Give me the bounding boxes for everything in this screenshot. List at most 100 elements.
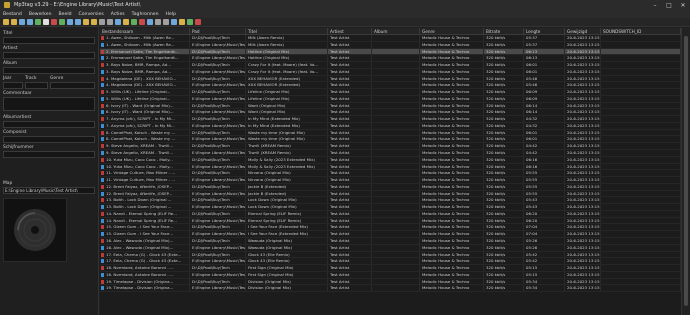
- table-row[interactable]: 8. CamelPhat, Kolsch - Waste my ... E:\En…: [100, 136, 681, 144]
- toolbar-button-icon[interactable]: [147, 19, 153, 25]
- column-header[interactable]: Genre: [420, 28, 484, 34]
- albumartist-field[interactable]: [3, 121, 95, 128]
- table-row[interactable]: 18. Normland, Antoine Boronni - ... D:\DJ…: [100, 265, 681, 272]
- track-field[interactable]: [25, 82, 48, 89]
- table-cell: Test Artist: [328, 136, 372, 143]
- table-row[interactable]: 14. Nandi - Eternal Spring (ELIF Re... D:…: [100, 210, 681, 218]
- table-row[interactable]: 12. Brent Falyaz, Afterlife, JOSEP... E:\…: [100, 190, 681, 198]
- directory-field[interactable]: E:\Engine Library\Music\Test Artist\: [3, 187, 95, 194]
- table-row[interactable]: 7. Anyma (ofc), SCRIPT - In My Mi... E:\E…: [100, 122, 681, 130]
- table-row[interactable]: 6. Ivory (IT) - Want (Original Mix)... E:…: [100, 109, 681, 117]
- table-row[interactable]: 10. Yuka Mizu, Coco Coco - Molly... E:\En…: [100, 163, 681, 171]
- toolbar-button-icon[interactable]: [179, 19, 185, 25]
- table-row[interactable]: 6. Ivory (IT) - Want (Original Mix)... D:…: [100, 102, 681, 110]
- table-row[interactable]: 19. Timelapse - Division (Origina... E:\E…: [100, 285, 681, 293]
- toolbar-button-icon[interactable]: [115, 19, 121, 25]
- table-row[interactable]: 15. Gizem Gum - I See Your Face... D:\DJ\…: [100, 224, 681, 232]
- table-row[interactable]: 11. Vintage Culture, Max Milner - ... E:\…: [100, 177, 681, 184]
- toolbar-button-icon[interactable]: [3, 19, 9, 25]
- table-row[interactable]: 17. Eela, Chemo (G) - Glock 43 (Exte... D…: [100, 251, 681, 259]
- toolbar-button-icon[interactable]: [27, 19, 33, 25]
- menu-item[interactable]: Conversies: [79, 12, 104, 17]
- toolbar-button-icon[interactable]: [19, 19, 25, 25]
- table-row[interactable]: 2. Emmanuel Satie, Tim Engelhardt... D:\D…: [100, 48, 681, 56]
- toolbar-button-icon[interactable]: [131, 19, 137, 25]
- toolbar-button-icon[interactable]: [51, 19, 57, 25]
- column-header[interactable]: Gewijzigd: [565, 28, 601, 34]
- table-row[interactable]: 17. Eela, Chemo (G) - Glock 43 (Exte... E…: [100, 258, 681, 266]
- table-row[interactable]: 13. Bolth - Lock Down (Original ... E:\En…: [100, 204, 681, 211]
- toolbar-button-icon[interactable]: [91, 19, 97, 25]
- table-row[interactable]: 5. Willis (UK) - Lifeline (Original... E:…: [100, 95, 681, 103]
- menu-item[interactable]: Bewerken: [29, 12, 52, 17]
- column-header[interactable]: Bestandsnaam: [100, 28, 190, 34]
- toolbar-button-icon[interactable]: [107, 19, 113, 25]
- toolbar-button-icon[interactable]: [195, 19, 201, 25]
- table-row[interactable]: 13. Bolth - Lock Down (Original ... D:\DJ…: [100, 197, 681, 205]
- table-row[interactable]: 5. Willis (UK) - Lifeline (Original... D:…: [100, 89, 681, 96]
- table-row[interactable]: 1. Awen, Shiloom - Milk (Awen Re... D:\DJ…: [100, 35, 681, 42]
- column-header[interactable]: SOUNDSWITCH_ID: [601, 28, 681, 34]
- table-row[interactable]: 11. Vintage Culture, Max Milner - ... D:\…: [100, 170, 681, 178]
- menu-item[interactable]: Acties: [111, 12, 125, 17]
- menu-item[interactable]: Help: [166, 12, 176, 17]
- table-row[interactable]: 7. Anyma (ofc), SCRIPT - In My Mi... D:\D…: [100, 116, 681, 123]
- column-header[interactable]: Pad: [190, 28, 246, 34]
- scroll-thumb[interactable]: [684, 36, 688, 306]
- table-row[interactable]: 10. Yuka Mizu, Coco Coco - Molly... D:\DJ…: [100, 156, 681, 164]
- close-icon[interactable]: ✕: [676, 0, 690, 10]
- table-row[interactable]: 14. Nandi - Eternal Spring (ELIF Re... E:…: [100, 217, 681, 225]
- toolbar-button-icon[interactable]: [75, 19, 81, 25]
- table-row[interactable]: 2. Emmanuel Satie, Tim Engelhardt... E:\E…: [100, 55, 681, 63]
- comment-field[interactable]: [3, 97, 95, 111]
- table-row[interactable]: 19. Timelapse - Division (Origina... D:\D…: [100, 278, 681, 286]
- composer-field[interactable]: [3, 136, 95, 143]
- genre-field[interactable]: [50, 82, 95, 89]
- toolbar-button-icon[interactable]: [123, 19, 129, 25]
- table-cell: 05:34: [524, 278, 565, 285]
- discnumber-field[interactable]: [3, 151, 95, 158]
- minimize-icon[interactable]: –: [648, 0, 662, 10]
- column-header[interactable]: Album: [372, 28, 420, 34]
- toolbar-button-icon[interactable]: [67, 19, 73, 25]
- title-field[interactable]: [3, 37, 95, 44]
- menu-item[interactable]: Taghronnen: [132, 12, 159, 17]
- toolbar-button-icon[interactable]: [43, 19, 49, 25]
- album-field[interactable]: [3, 67, 95, 74]
- menu-item[interactable]: Beeld: [59, 12, 72, 17]
- cover-art[interactable]: [3, 198, 67, 262]
- toolbar-button-icon[interactable]: [163, 19, 169, 25]
- column-header[interactable]: Bitrate: [484, 28, 524, 34]
- table-row[interactable]: 8. CamelPhat, Kolsch - Waste my ... D:\DJ…: [100, 129, 681, 137]
- column-header[interactable]: Artiest: [328, 28, 372, 34]
- artist-field[interactable]: [3, 52, 95, 59]
- table-row[interactable]: 9. Steve Angello, XREAM - Tiwrill... E:\E…: [100, 150, 681, 157]
- toolbar-button-icon[interactable]: [187, 19, 193, 25]
- table-row[interactable]: 3. Boys Noize, BMR, Rampa, Ad... E:\Engin…: [100, 68, 681, 76]
- toolbar-button-icon[interactable]: [11, 19, 17, 25]
- vertical-scrollbar[interactable]: [681, 28, 690, 315]
- table-row[interactable]: 15. Gizem Gum - I See Your Face... E:\Eng…: [100, 231, 681, 238]
- toolbar-button-icon[interactable]: [99, 19, 105, 25]
- toolbar-button-icon[interactable]: [171, 19, 177, 25]
- table-row[interactable]: 16. Alec - Wawuda (Original Mix)... E:\En…: [100, 244, 681, 252]
- table-cell: Test Artist: [328, 237, 372, 244]
- table-row[interactable]: 4. Magdalena (DE) - XXX BEHAVIO... E:\Eng…: [100, 82, 681, 90]
- menu-item[interactable]: Bestand: [3, 12, 22, 17]
- table-row[interactable]: 18. Normland, Antoine Boronni - ... E:\En…: [100, 271, 681, 279]
- table-row[interactable]: 9. Steve Angello, XREAM - Tiwrill... D:\D…: [100, 143, 681, 151]
- toolbar-button-icon[interactable]: [139, 19, 145, 25]
- table-row[interactable]: 16. Alec - Wawuda (Original Mix)... D:\DJ…: [100, 237, 681, 245]
- toolbar-button-icon[interactable]: [155, 19, 161, 25]
- table-row[interactable]: 4. Magdalena (DE) - XXX BEHAVIO... D:\DJ\…: [100, 75, 681, 83]
- toolbar-button-icon[interactable]: [83, 19, 89, 25]
- table-row[interactable]: 1. Awen, Shiloom - Milk (Awen Re... E:\En…: [100, 41, 681, 49]
- year-field[interactable]: [3, 82, 23, 89]
- table-row[interactable]: 12. Brent Falyaz, Afterlife, JOSEP... D:\…: [100, 183, 681, 191]
- toolbar-button-icon[interactable]: [35, 19, 41, 25]
- column-header[interactable]: Lengte: [524, 28, 565, 34]
- toolbar-button-icon[interactable]: [59, 19, 65, 25]
- table-row[interactable]: 3. Boys Noize, BMR, Rampa, Ad... D:\DJ\Po…: [100, 62, 681, 69]
- maximize-icon[interactable]: □: [662, 0, 676, 10]
- column-header[interactable]: Titel: [246, 28, 328, 34]
